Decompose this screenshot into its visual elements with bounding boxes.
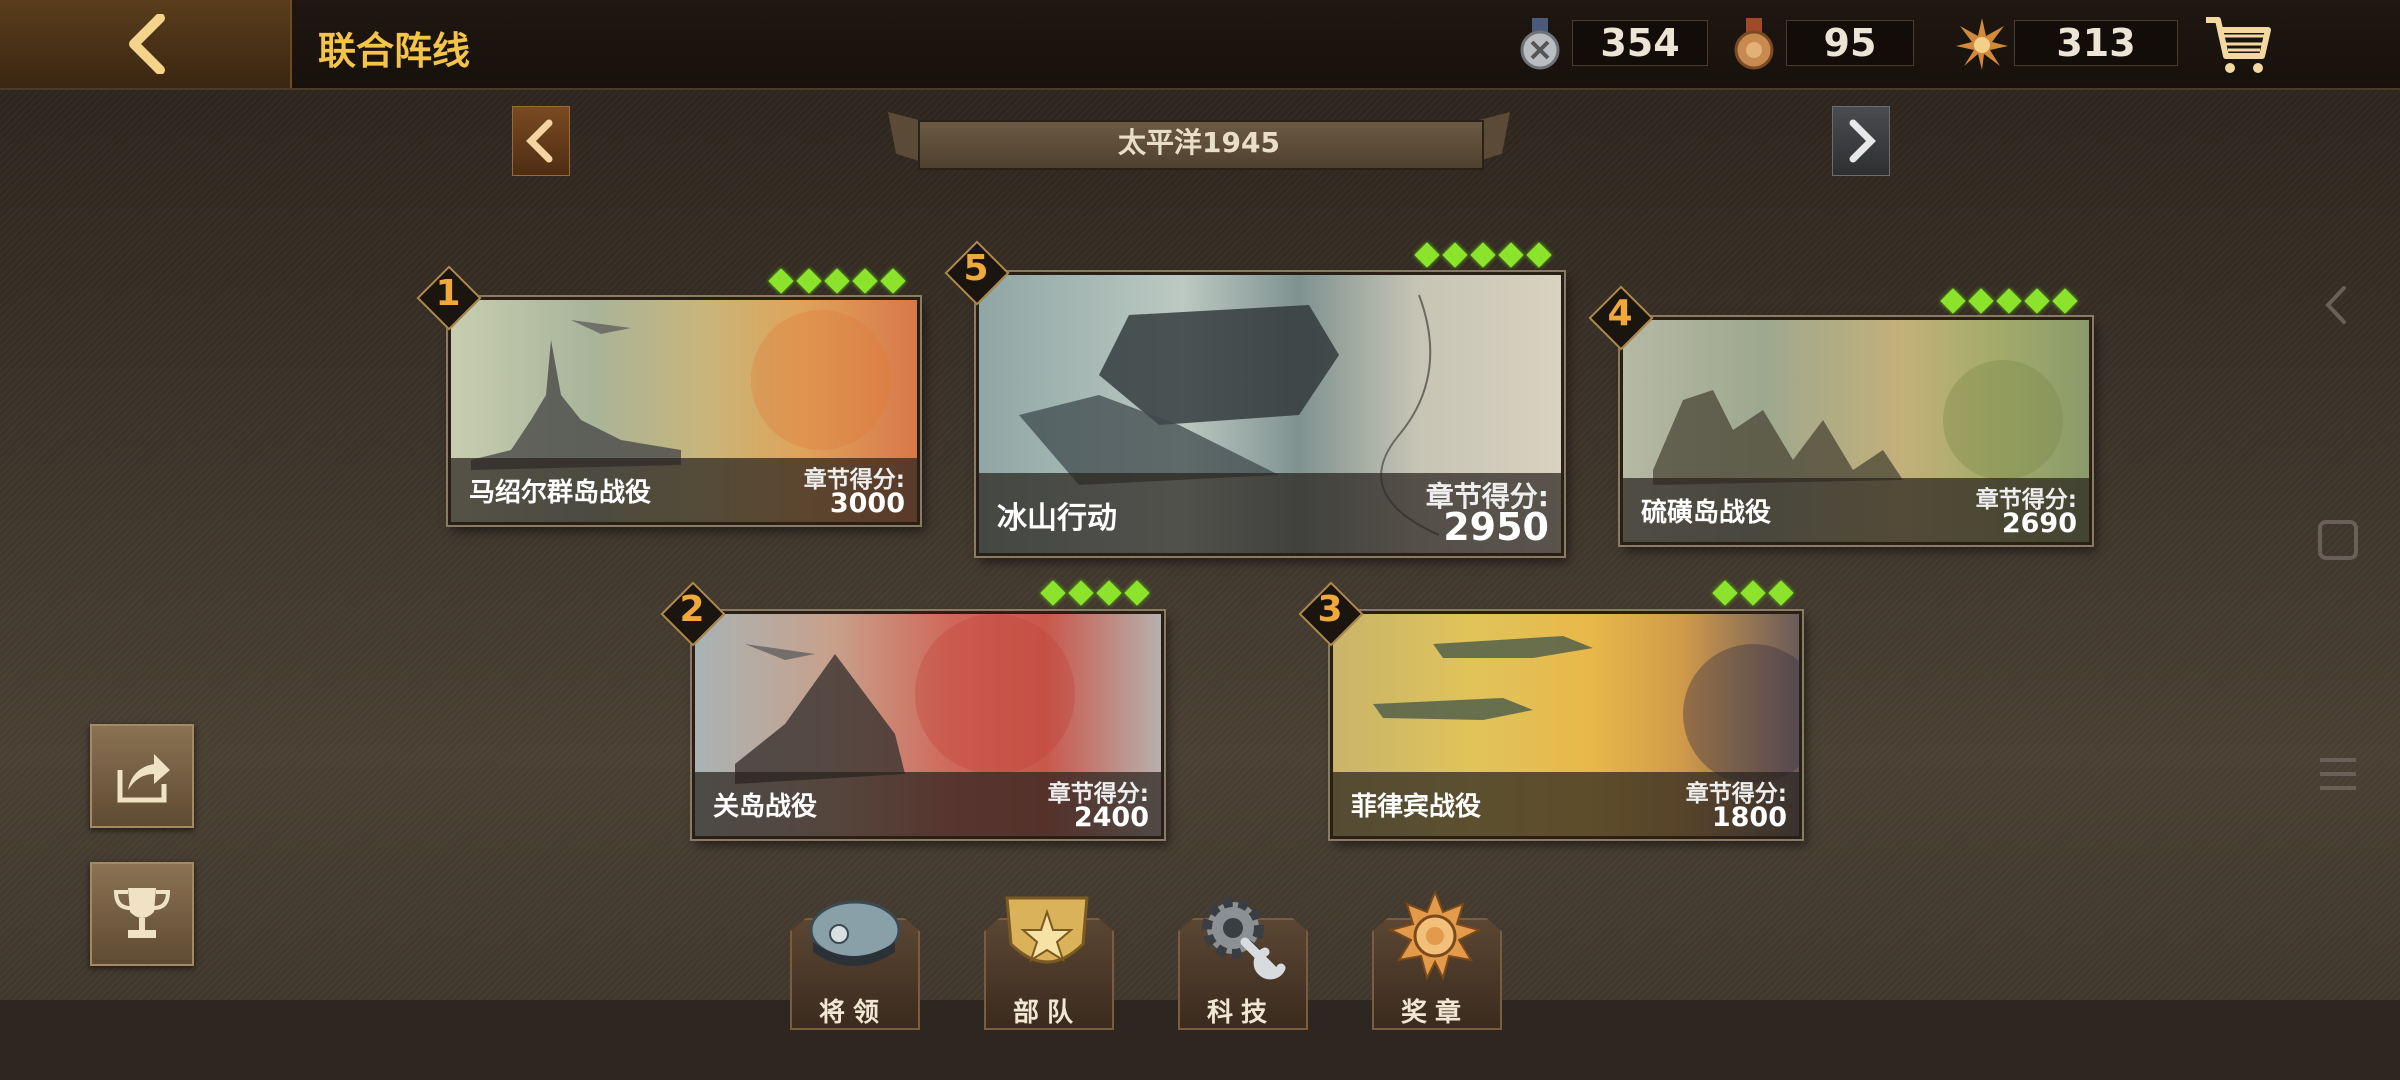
- star-gem-icon: [1414, 242, 1440, 268]
- system-menu-icon[interactable]: [2316, 752, 2360, 796]
- chapter-1-score: 3000: [829, 488, 905, 519]
- chapter-3-number: 3: [1317, 589, 1343, 630]
- chapter-4-info: 硫磺岛战役 章节得分: 2690: [1623, 478, 2089, 542]
- chapter-3-badge: 3: [1298, 581, 1364, 647]
- chapter-4-score: 2690: [2001, 508, 2077, 539]
- star-gem-icon: [1498, 242, 1524, 268]
- top-bar: 联合阵线 354 95 313: [0, 0, 2400, 90]
- generals-label: 将领: [818, 998, 887, 1028]
- chapter-2-badge: 2: [660, 581, 726, 647]
- sun-emblem-icon: [1956, 18, 2008, 70]
- share-icon: [117, 754, 170, 803]
- medals-label: 奖章: [1400, 998, 1469, 1028]
- chapter-card-3[interactable]: 菲律宾战役 章节得分: 1800: [1330, 611, 1802, 839]
- next-campaign-button[interactable]: [1832, 106, 1890, 176]
- star-gem-icon: [1968, 288, 1994, 314]
- chapter-1-number: 1: [435, 273, 461, 314]
- star-gem-icon: [2052, 288, 2078, 314]
- share-button[interactable]: [90, 724, 194, 828]
- generals-button[interactable]: 将领: [790, 890, 920, 1030]
- page-title: 联合阵线: [318, 29, 471, 73]
- chevron-left-icon: [129, 14, 165, 74]
- prev-campaign-button[interactable]: [512, 106, 570, 176]
- system-back-icon[interactable]: [2316, 282, 2356, 328]
- star-gem-icon: [852, 268, 878, 294]
- medal-icon: [1388, 890, 1482, 981]
- star-gem-icon: [2024, 288, 2050, 314]
- chevron-left-icon: [526, 119, 553, 163]
- star-gem-icon: [824, 268, 850, 294]
- chapter-3-name: 菲律宾战役: [1351, 792, 1482, 822]
- chapter-3-score: 1800: [1711, 802, 1787, 833]
- chapter-5-badge: 5: [944, 240, 1010, 306]
- chevron-right-icon: [1849, 119, 1876, 163]
- chapter-4-number: 4: [1607, 293, 1633, 334]
- star-gem-icon: [1712, 580, 1738, 606]
- chapter-2-info: 关岛战役 章节得分: 2400: [695, 772, 1161, 836]
- chapter-card-2[interactable]: 关岛战役 章节得分: 2400: [692, 611, 1164, 839]
- tech-button[interactable]: 科技: [1178, 890, 1308, 1030]
- chapter-5-score: 2950: [1443, 505, 1549, 549]
- star-gem-icon: [1470, 242, 1496, 268]
- campaign-banner: 太平洋1945: [888, 112, 1510, 174]
- system-home-icon[interactable]: [2316, 518, 2360, 562]
- star-gem-icon: [1442, 242, 1468, 268]
- chapter-5-info: 冰山行动 章节得分: 2950: [979, 473, 1561, 553]
- chapter-5-stars: [1414, 242, 1552, 270]
- campaign-title: 太平洋1945: [1118, 126, 1280, 159]
- star-gem-icon: [768, 268, 794, 294]
- chapter-3-stars: [1712, 580, 1794, 608]
- star-gem-icon: [1740, 580, 1766, 606]
- back-button[interactable]: [0, 0, 292, 88]
- sun-emblem-value: 313: [2014, 20, 2178, 66]
- star-gem-icon: [1068, 580, 1094, 606]
- star-gem-icon: [1996, 288, 2022, 314]
- officer-cap-icon: [809, 900, 901, 966]
- shop-cart-icon[interactable]: [2200, 6, 2276, 82]
- star-gem-icon: [1124, 580, 1150, 606]
- bronze-medal-value: 95: [1786, 20, 1914, 66]
- army-button[interactable]: 部队: [984, 890, 1114, 1030]
- army-shield-icon: [1005, 896, 1089, 964]
- chapter-2-name: 关岛战役: [713, 792, 818, 822]
- silver-medal-value: 354: [1572, 20, 1708, 66]
- chapter-2-stars: [1040, 580, 1150, 608]
- leaderboard-button[interactable]: [90, 862, 194, 966]
- gear-wrench-icon: [1202, 897, 1286, 980]
- chapter-card-5[interactable]: 冰山行动 章节得分: 2950: [976, 272, 1564, 556]
- chapter-1-name: 马绍尔群岛战役: [469, 478, 652, 508]
- star-gem-icon: [880, 268, 906, 294]
- chapter-card-4[interactable]: 硫磺岛战役 章节得分: 2690: [1620, 317, 2092, 545]
- bronze-medal-icon: [1734, 18, 1774, 70]
- star-gem-icon: [1768, 580, 1794, 606]
- chapter-1-info: 马绍尔群岛战役 章节得分: 3000: [451, 458, 917, 522]
- silver-medal-icon: [1520, 18, 1560, 70]
- trophy-icon: [113, 888, 171, 938]
- star-gem-icon: [1040, 580, 1066, 606]
- chapter-2-score: 2400: [1073, 802, 1149, 833]
- chapter-3-info: 菲律宾战役 章节得分: 1800: [1333, 772, 1799, 836]
- star-gem-icon: [1940, 288, 1966, 314]
- army-label: 部队: [1012, 998, 1081, 1028]
- chapter-card-1[interactable]: 马绍尔群岛战役 章节得分: 3000: [448, 297, 920, 525]
- chapter-4-stars: [1940, 288, 2078, 316]
- chapter-4-name: 硫磺岛战役: [1641, 498, 1772, 528]
- star-gem-icon: [1096, 580, 1122, 606]
- chapter-5-name: 冰山行动: [997, 501, 1117, 536]
- chapter-4-badge: 4: [1588, 285, 1654, 351]
- star-gem-icon: [796, 268, 822, 294]
- medals-button[interactable]: 奖章: [1372, 890, 1502, 1030]
- chapter-1-stars: [768, 268, 906, 296]
- tech-label: 科技: [1206, 998, 1275, 1028]
- chapter-5-number: 5: [963, 248, 989, 289]
- chapter-2-number: 2: [679, 589, 705, 630]
- chapter-1-badge: 1: [416, 265, 482, 331]
- star-gem-icon: [1526, 242, 1552, 268]
